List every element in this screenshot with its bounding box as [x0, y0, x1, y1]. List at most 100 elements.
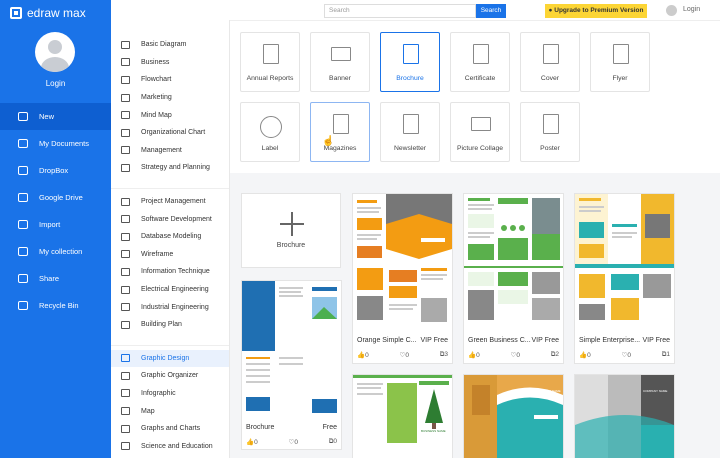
nav-item-my-collection[interactable]: My collection — [0, 238, 111, 265]
type-tile-picture-collage[interactable]: Picture Collage — [450, 102, 510, 162]
category-management[interactable]: Management — [111, 142, 229, 160]
nav-item-dropbox[interactable]: DropBox — [0, 157, 111, 184]
category-database-modeling[interactable]: Database Modeling — [111, 228, 229, 246]
type-tile-brochure[interactable]: Brochure — [380, 32, 440, 92]
nav-item-google-drive[interactable]: Google Drive — [0, 184, 111, 211]
copy-count[interactable]: ⧉2 — [551, 351, 559, 359]
template-card[interactable]: Brochure Free 👍0 ♡0 ⧉0 — [241, 280, 342, 450]
template-card[interactable]: BUSINESS NAME — [463, 374, 564, 458]
copy-count[interactable]: ⧉0 — [329, 438, 337, 446]
category-project-management[interactable]: Project Management — [111, 193, 229, 211]
category-infographic[interactable]: Infographic — [111, 385, 229, 403]
upgrade-button[interactable]: ● Upgrade to Premium Version — [545, 4, 647, 18]
search-button[interactable]: Search — [476, 4, 506, 18]
category-industrial-engineering[interactable]: Industrial Engineering — [111, 298, 229, 316]
category-icon — [121, 407, 130, 416]
template-thumbnail — [242, 281, 341, 421]
category-label: Organizational Chart — [141, 129, 206, 137]
like-count[interactable]: 👍0 — [246, 438, 258, 446]
sidebar-login-link[interactable]: Login — [0, 79, 111, 88]
thumb-text-business: BUSINESS NAME — [536, 389, 561, 393]
category-marketing[interactable]: Marketing — [111, 89, 229, 107]
category-icon — [121, 197, 130, 206]
nav-item-share[interactable]: Share — [0, 265, 111, 292]
favorite-count[interactable]: ♡0 — [510, 351, 519, 359]
category-building-plan[interactable]: Building Plan — [111, 316, 229, 334]
template-price: Free — [322, 424, 337, 431]
like-count[interactable]: 👍0 — [468, 351, 480, 359]
type-tile-certificate[interactable]: Certificate — [450, 32, 510, 92]
template-card[interactable]: Orange Simple C... VIP Free 👍0 ♡0 ⧉3 — [352, 193, 453, 364]
app-root: edraw max Login New My Documents DropBox Go… — [0, 0, 720, 458]
nav-item-label: Recycle Bin — [39, 301, 79, 310]
category-strategy-and-planning[interactable]: Strategy and Planning — [111, 159, 229, 177]
brochure-icon — [403, 44, 419, 64]
category-graphs-and-charts[interactable]: Graphs and Charts — [111, 420, 229, 438]
copy-count[interactable]: ⧉1 — [662, 351, 670, 359]
template-thumbnail — [464, 375, 563, 458]
search-input[interactable]: Search — [324, 4, 476, 18]
certificate-icon — [473, 44, 489, 64]
category-graphic-design[interactable]: Graphic Design — [111, 349, 229, 368]
category-graphic-organizer[interactable]: Graphic Organizer — [111, 367, 229, 385]
nav-item-label: Import — [39, 220, 61, 229]
like-count[interactable]: 👍0 — [579, 351, 591, 359]
category-map[interactable]: Map — [111, 402, 229, 420]
category-electrical-engineering[interactable]: Electrical Engineering — [111, 281, 229, 299]
category-label: Marketing — [141, 94, 172, 102]
avatar[interactable] — [35, 32, 75, 72]
nav-item-label: My Documents — [39, 139, 90, 148]
nav-item-label: DropBox — [39, 166, 69, 175]
type-tile-cover[interactable]: Cover — [520, 32, 580, 92]
category-science-and-education[interactable]: Science and Education — [111, 437, 229, 455]
category-icon — [121, 232, 130, 241]
nav-item-import[interactable]: Import — [0, 211, 111, 238]
template-gallery: Brochure Orange Simple C... VIP Free 👍0 … — [230, 173, 720, 458]
template-card[interactable]: COMPANY NAME — [574, 374, 675, 458]
favorite-count[interactable]: ♡0 — [621, 351, 630, 359]
app-logo[interactable]: edraw max — [10, 6, 86, 20]
category-icon — [121, 93, 130, 102]
category-mind-map[interactable]: Mind Map — [111, 106, 229, 124]
like-count[interactable]: 👍0 — [357, 351, 369, 359]
nav-item-new[interactable]: New — [0, 103, 111, 130]
template-card[interactable]: Green Business C... VIP Free 👍0 ♡0 ⧉2 — [463, 193, 564, 364]
category-organizational-chart[interactable]: Organizational Chart — [111, 124, 229, 142]
type-tile-flyer[interactable]: Flyer — [590, 32, 650, 92]
category-information-technique[interactable]: Information Technique — [111, 263, 229, 281]
type-tile-newsletter[interactable]: Newsletter — [380, 102, 440, 162]
type-tile-label[interactable]: Label — [240, 102, 300, 162]
new-blank-brochure-card[interactable]: Brochure — [241, 193, 341, 268]
category-icon — [121, 320, 130, 329]
type-tile-label: Label — [261, 145, 279, 152]
favorite-count[interactable]: ♡0 — [288, 438, 297, 446]
type-tile-banner[interactable]: Banner — [310, 32, 370, 92]
category-icon — [121, 424, 130, 433]
category-label: Graphic Design — [141, 354, 190, 362]
template-stats: 👍0 ♡0 ⧉3 — [357, 351, 448, 359]
favorite-count[interactable]: ♡0 — [399, 351, 408, 359]
template-card[interactable]: BUSINESS NAME — [352, 374, 453, 458]
template-card[interactable]: Simple Enterprise... VIP Free 👍0 ♡0 ⧉1 — [574, 193, 675, 364]
category-icon — [121, 442, 130, 451]
top-login-link[interactable]: Login — [683, 6, 700, 13]
type-tile-label: Cover — [540, 75, 560, 82]
copy-count[interactable]: ⧉3 — [440, 351, 448, 359]
category-software-development[interactable]: Software Development — [111, 210, 229, 228]
category-flowchart[interactable]: Flowchart — [111, 71, 229, 89]
type-tile-label: Certificate — [464, 75, 496, 82]
category-icon — [121, 371, 130, 380]
type-tile-annual-reports[interactable]: Annual Reports — [240, 32, 300, 92]
category-wireframe[interactable]: Wireframe — [111, 246, 229, 264]
type-tile-magazines[interactable]: Magazines — [310, 102, 370, 162]
type-tile-label: Flyer — [612, 75, 628, 82]
user-icon[interactable] — [666, 5, 677, 16]
nav-item-recycle-bin[interactable]: Recycle Bin — [0, 292, 111, 319]
category-business[interactable]: Business — [111, 54, 229, 72]
category-label: Management — [141, 146, 182, 154]
category-icon — [121, 303, 130, 312]
category-basic-diagram[interactable]: Basic Diagram — [111, 36, 229, 54]
type-tile-poster[interactable]: Poster — [520, 102, 580, 162]
nav-item-my-documents[interactable]: My Documents — [0, 130, 111, 157]
logo-icon — [10, 7, 22, 19]
